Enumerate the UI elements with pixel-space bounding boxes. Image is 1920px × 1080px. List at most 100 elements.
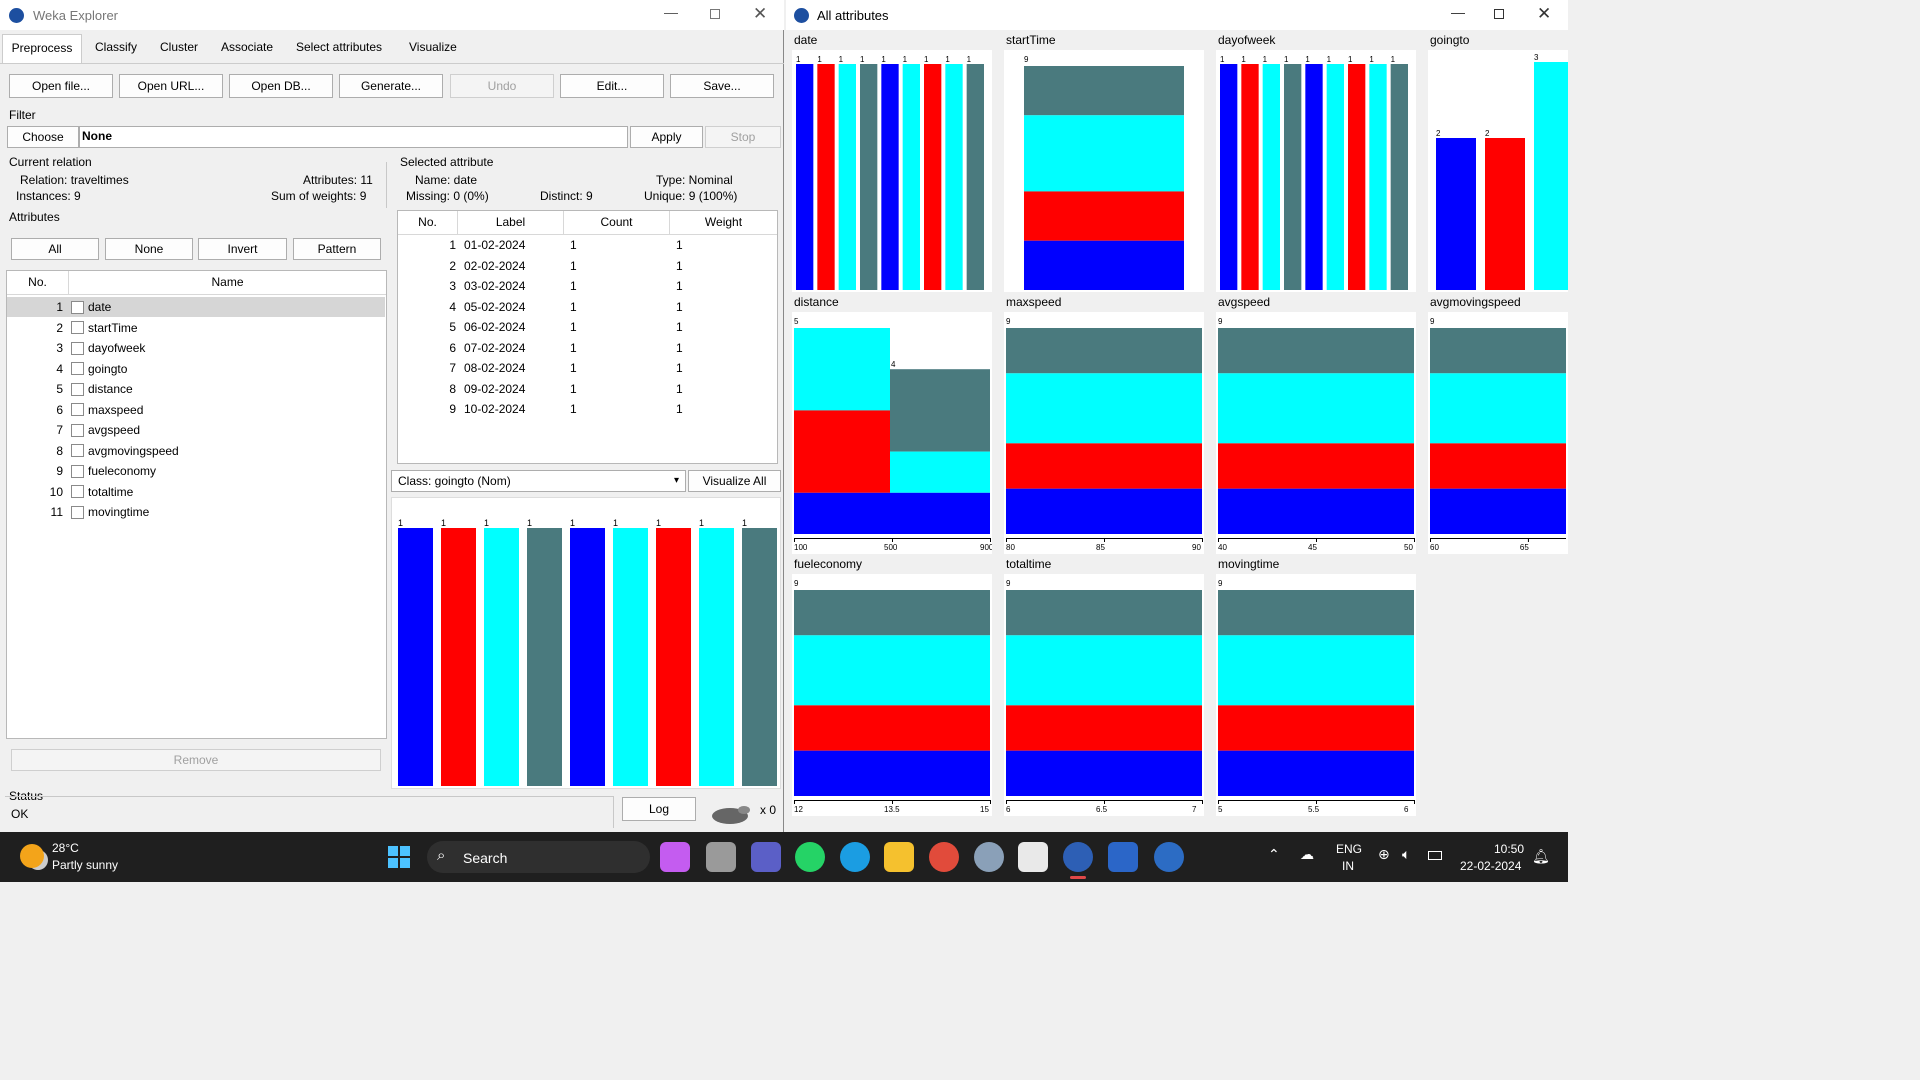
battery-icon[interactable] xyxy=(1428,851,1442,860)
r-icon[interactable] xyxy=(1154,842,1184,872)
attribute-panel-distance[interactable]: distance 5 4 100 500 900 xyxy=(789,295,995,554)
save-button[interactable]: Save... xyxy=(670,74,774,98)
tab-classify[interactable]: Classify xyxy=(95,40,137,54)
attribute-checkbox[interactable] xyxy=(71,362,84,375)
teams-icon[interactable] xyxy=(751,842,781,872)
attribute-checkbox[interactable] xyxy=(71,382,84,396)
open-url-button[interactable]: Open URL... xyxy=(119,74,223,98)
attribute-checkbox[interactable] xyxy=(71,444,84,457)
word-icon[interactable] xyxy=(1108,842,1138,872)
apply-filter-button[interactable]: Apply xyxy=(630,126,703,148)
attribute-row[interactable]: 3 dayofweek xyxy=(7,338,385,358)
pattern-button[interactable]: Pattern xyxy=(293,238,381,260)
remove-attribute-button[interactable]: Remove xyxy=(11,749,381,771)
tab-select-attributes[interactable]: Select attributes xyxy=(296,40,382,54)
file-explorer-icon[interactable] xyxy=(884,842,914,872)
label-row[interactable]: 8 09-02-2024 1 1 xyxy=(398,379,776,399)
attribute-panel-avgspeed[interactable]: avgspeed 9 40 45 50 xyxy=(1213,295,1419,554)
label-row[interactable]: 3 03-02-2024 1 1 xyxy=(398,276,776,296)
weka-taskbar-icon[interactable] xyxy=(1063,842,1093,872)
select-all-button[interactable]: All xyxy=(11,238,99,260)
close-icon[interactable]: ✕ xyxy=(1537,4,1551,24)
attribute-panel-avgmovingspeed[interactable]: avgmovingspeed 9 60 65 xyxy=(1425,295,1571,554)
attribute-panel-date[interactable]: date 1 1 1 1 1 1 1 1 1 xyxy=(789,33,995,292)
generate-button[interactable]: Generate... xyxy=(339,74,443,98)
chrome-icon[interactable] xyxy=(929,842,959,872)
attribute-row[interactable]: 9 fueleconomy xyxy=(7,461,385,481)
label-row[interactable]: 4 05-02-2024 1 1 xyxy=(398,297,776,317)
select-none-button[interactable]: None xyxy=(105,238,193,260)
attribute-row[interactable]: 6 maxspeed xyxy=(7,400,385,420)
tab-visualize[interactable]: Visualize xyxy=(409,40,457,54)
col-no-header[interactable]: No. xyxy=(7,271,69,294)
language-line1[interactable]: ENG xyxy=(1336,842,1362,856)
attribute-row[interactable]: 8 avgmovingspeed xyxy=(7,441,385,461)
clock-time[interactable]: 10:50 xyxy=(1494,842,1524,856)
windows-start-icon[interactable] xyxy=(388,846,410,868)
onedrive-icon[interactable]: ☁ xyxy=(1300,846,1314,863)
copilot-icon[interactable] xyxy=(660,842,690,872)
search-box[interactable]: ⌕ Search xyxy=(427,841,650,873)
log-button[interactable]: Log xyxy=(622,797,696,821)
task-view-icon[interactable] xyxy=(706,842,736,872)
col-weight-header[interactable]: Weight xyxy=(670,211,777,234)
attribute-panel-movingtime[interactable]: movingtime 9 5 5.5 6 xyxy=(1213,557,1419,816)
attribute-checkbox[interactable] xyxy=(71,485,84,498)
maximize-icon[interactable] xyxy=(1494,9,1504,19)
whatsapp-icon[interactable] xyxy=(795,842,825,872)
weather-temp[interactable]: 28°C xyxy=(52,841,79,855)
language-line2[interactable]: IN xyxy=(1342,859,1354,873)
attribute-panel-goingto[interactable]: goingto 2 2 3 xyxy=(1425,33,1571,292)
stop-filter-button[interactable]: Stop xyxy=(705,126,781,148)
attribute-row[interactable]: 4 goingto xyxy=(7,359,385,379)
maximize-icon[interactable] xyxy=(710,9,720,19)
notification-bell-icon[interactable]: 🔔︎ xyxy=(1532,848,1550,865)
attribute-row[interactable]: 7 avgspeed xyxy=(7,420,385,440)
minimize-icon[interactable]: — xyxy=(664,4,678,20)
visualize-all-button[interactable]: Visualize All xyxy=(688,470,781,492)
clock-date[interactable]: 22-02-2024 xyxy=(1460,859,1521,873)
attribute-checkbox[interactable] xyxy=(71,300,84,314)
attribute-row[interactable]: 5 distance xyxy=(7,379,385,399)
open-db-button[interactable]: Open DB... xyxy=(229,74,333,98)
network-icon[interactable]: ⊕ xyxy=(1378,846,1390,863)
choose-filter-button[interactable]: Choose xyxy=(7,126,79,148)
label-row[interactable]: 9 10-02-2024 1 1 xyxy=(398,399,776,419)
class-select[interactable]: Class: goingto (Nom) ▾ xyxy=(391,470,686,492)
store-icon[interactable] xyxy=(1018,842,1048,872)
filter-field[interactable]: None xyxy=(79,126,628,148)
attribute-checkbox[interactable] xyxy=(71,321,84,334)
attribute-row[interactable]: 1 date xyxy=(7,297,385,317)
col-no-header[interactable]: No. xyxy=(398,211,458,234)
minimize-icon[interactable]: — xyxy=(1451,4,1465,20)
weather-icon[interactable] xyxy=(20,844,44,868)
label-row[interactable]: 2 02-02-2024 1 1 xyxy=(398,256,776,276)
chevron-up-icon[interactable]: ⌃ xyxy=(1268,846,1280,863)
attribute-panel-startTime[interactable]: startTime 9 xyxy=(1001,33,1207,292)
attribute-checkbox[interactable] xyxy=(71,403,84,416)
col-count-header[interactable]: Count xyxy=(564,211,670,234)
label-row[interactable]: 5 06-02-2024 1 1 xyxy=(398,317,776,337)
attribute-panel-totaltime[interactable]: totaltime 9 6 6.5 7 xyxy=(1001,557,1207,816)
close-icon[interactable]: ✕ xyxy=(753,4,767,24)
attribute-panel-dayofweek[interactable]: dayofweek 1 1 1 1 1 1 1 1 1 xyxy=(1213,33,1419,292)
tab-cluster[interactable]: Cluster xyxy=(160,40,198,54)
invert-selection-button[interactable]: Invert xyxy=(198,238,287,260)
weather-desc[interactable]: Partly sunny xyxy=(52,858,118,872)
label-row[interactable]: 7 08-02-2024 1 1 xyxy=(398,358,776,378)
settings-icon[interactable] xyxy=(974,842,1004,872)
attribute-checkbox[interactable] xyxy=(71,423,84,437)
attribute-row[interactable]: 11 movingtime xyxy=(7,502,385,522)
tab-preprocess[interactable]: Preprocess xyxy=(2,34,82,64)
open-file-button[interactable]: Open file... xyxy=(9,74,113,98)
edge-icon[interactable] xyxy=(840,842,870,872)
col-name-header[interactable]: Name xyxy=(69,271,386,294)
edit-button[interactable]: Edit... xyxy=(560,74,664,98)
attribute-row[interactable]: 10 totaltime xyxy=(7,482,385,502)
tab-associate[interactable]: Associate xyxy=(221,40,273,54)
attribute-checkbox[interactable] xyxy=(71,464,84,478)
label-row[interactable]: 6 07-02-2024 1 1 xyxy=(398,338,776,358)
attribute-panel-maxspeed[interactable]: maxspeed 9 80 85 90 xyxy=(1001,295,1207,554)
attribute-panel-fueleconomy[interactable]: fueleconomy 9 12 13.5 15 xyxy=(789,557,995,816)
attribute-checkbox[interactable] xyxy=(71,341,84,355)
